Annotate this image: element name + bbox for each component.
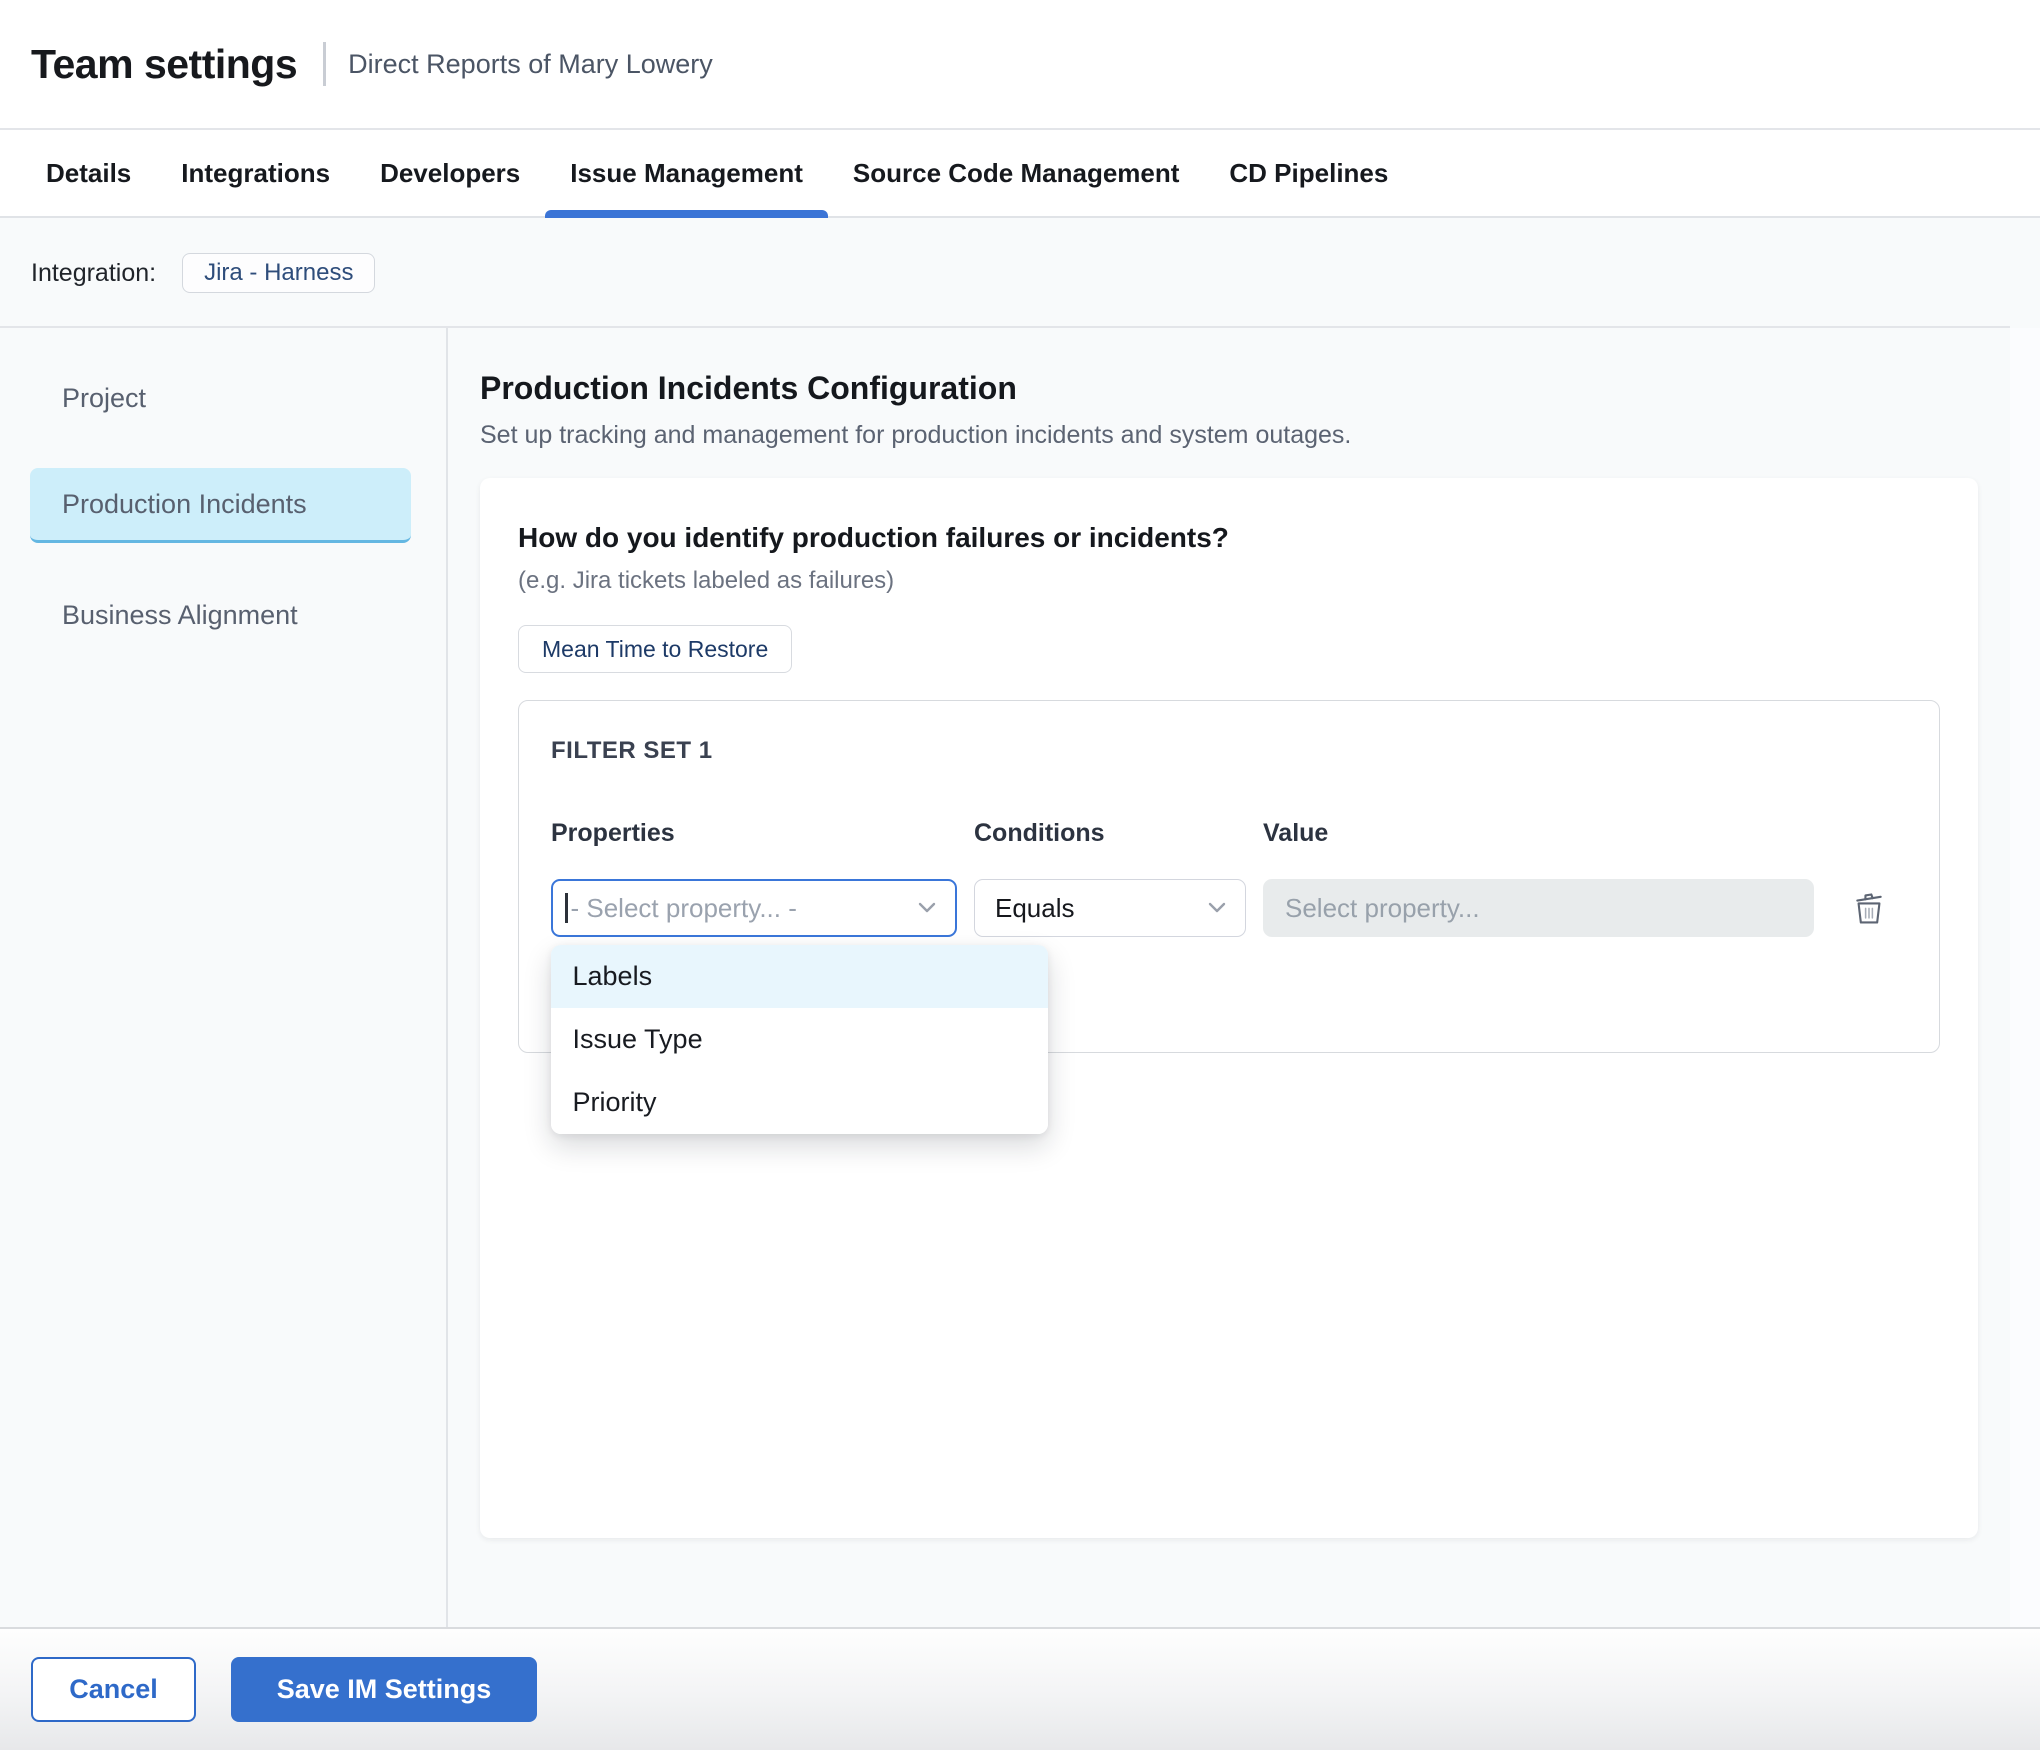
question-heading: How do you identify production failures …	[518, 522, 1940, 554]
filter-set-title: FILTER SET 1	[551, 737, 1907, 765]
property-select[interactable]: - Select property... - Labels Issue Type…	[551, 879, 957, 937]
tab-integrations[interactable]: Integrations	[156, 130, 355, 216]
page-title: Team settings	[31, 41, 297, 88]
tab-cd-pipelines[interactable]: CD Pipelines	[1204, 130, 1413, 216]
incidents-config-card: How do you identify production failures …	[480, 478, 1978, 1538]
team-settings-page: Team settings Direct Reports of Mary Low…	[0, 0, 2040, 1750]
scroll-gutter	[2010, 328, 2040, 1627]
integration-bar: Integration: Jira - Harness	[0, 218, 2040, 328]
settings-sidebar: Project Production Incidents Business Al…	[0, 328, 448, 1627]
text-cursor	[565, 893, 568, 923]
dropdown-option-issue-type[interactable]: Issue Type	[551, 1008, 1048, 1071]
title-separator	[323, 42, 326, 86]
condition-select[interactable]: Equals	[974, 879, 1246, 937]
cancel-button[interactable]: Cancel	[31, 1657, 196, 1722]
dropdown-option-priority[interactable]: Priority	[551, 1071, 1048, 1134]
section-title: Production Incidents Configuration	[480, 370, 1978, 407]
column-header-value: Value	[1263, 819, 1814, 848]
tab-issue-management[interactable]: Issue Management	[545, 130, 828, 216]
tab-bar: Details Integrations Developers Issue Ma…	[0, 130, 2040, 218]
tab-developers[interactable]: Developers	[355, 130, 545, 216]
column-header-properties: Properties	[551, 819, 957, 848]
integration-label: Integration:	[31, 259, 156, 288]
integration-badge[interactable]: Jira - Harness	[182, 253, 375, 293]
page-header: Team settings Direct Reports of Mary Low…	[0, 0, 2040, 130]
property-dropdown: Labels Issue Type Priority	[551, 945, 1048, 1134]
value-input[interactable]	[1263, 879, 1814, 937]
question-hint: (e.g. Jira tickets labeled as failures)	[518, 567, 1940, 595]
filter-row: - Select property... - Labels Issue Type…	[551, 879, 1907, 937]
filter-column-headers: Properties Conditions Value	[551, 819, 1907, 848]
section-subtitle: Set up tracking and management for produ…	[480, 421, 1978, 450]
condition-select-value: Equals	[995, 893, 1075, 924]
column-header-conditions: Conditions	[974, 819, 1246, 848]
chevron-down-icon	[916, 901, 938, 915]
save-im-settings-button[interactable]: Save IM Settings	[231, 1657, 537, 1722]
content-region: Project Production Incidents Business Al…	[0, 328, 2040, 1627]
page-subtitle: Direct Reports of Mary Lowery	[348, 49, 713, 80]
delete-filter-button[interactable]	[1847, 884, 1891, 932]
sidebar-item-production-incidents[interactable]: Production Incidents	[30, 468, 411, 543]
chevron-down-icon	[1206, 901, 1228, 915]
footer-bar: Cancel Save IM Settings	[0, 1627, 2040, 1750]
sidebar-item-business-alignment[interactable]: Business Alignment	[0, 585, 446, 645]
tab-details[interactable]: Details	[21, 130, 156, 216]
tab-source-code-management[interactable]: Source Code Management	[828, 130, 1205, 216]
sidebar-item-project[interactable]: Project	[0, 368, 446, 428]
mean-time-to-restore-chip[interactable]: Mean Time to Restore	[518, 625, 792, 673]
trash-icon	[1852, 888, 1886, 929]
filter-set-card: FILTER SET 1 Properties Conditions Value…	[518, 700, 1940, 1053]
dropdown-option-labels[interactable]: Labels	[551, 945, 1048, 1008]
main-panel: Production Incidents Configuration Set u…	[448, 328, 2010, 1627]
property-select-placeholder: - Select property... -	[571, 893, 797, 924]
